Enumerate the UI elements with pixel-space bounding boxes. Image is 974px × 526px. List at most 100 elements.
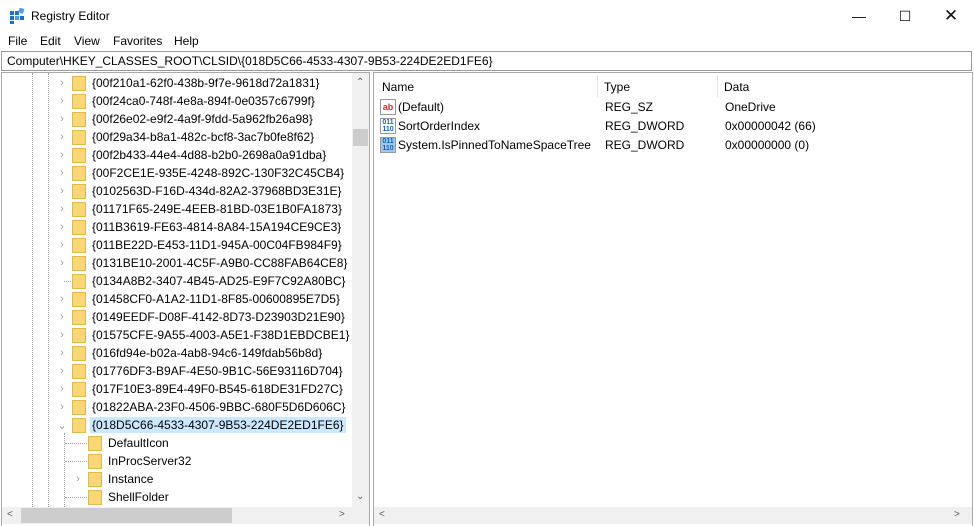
tree-key[interactable]: › {00f24ca0-748f-4e8a-894f-0e0357c6799f} [60,92,317,110]
chevron-right-icon[interactable]: › [57,383,67,395]
tree-horizontal-scrollbar[interactable]: < > [2,507,369,524]
column-header-data[interactable]: Data [724,75,964,97]
tree-line [64,280,71,282]
value-row[interactable]: 011 110 SortOrderIndex REG_DWORD 0x00000042 … [374,117,972,136]
tree-key-label: {00f210a1-62f0-438b-9f7e-9618d72a1831} [92,76,320,90]
tree-key[interactable]: › {00f2b433-44e4-4d88-b2b0-2698a0a91dba} [60,146,328,164]
chevron-right-icon[interactable]: › [57,95,67,107]
menu-edit[interactable]: Edit [40,34,61,48]
tree-key[interactable]: › {01575CFE-9A55-4003-A5E1-F38D1EBDCBE1} [60,326,351,344]
values-pane: Name Type Data ab (Default) REG_SZ OneDrive… [373,72,973,526]
minimize-button[interactable]: — [836,0,882,32]
chevron-right-icon[interactable]: › [57,365,67,377]
maximize-button[interactable]: ☐ [882,0,928,32]
tree-key-label: {00f26e02-e9f2-4a9f-9fdd-5a962fb26a98} [92,112,313,126]
chevron-right-icon[interactable]: › [57,203,67,215]
tree-subkey[interactable]: DefaultIcon [65,434,171,452]
folder-icon [72,327,86,343]
scroll-up-icon[interactable]: ⌃ [356,77,364,88]
scroll-down-icon[interactable]: ⌄ [356,491,364,502]
tree-subkey-label: Instance [108,472,154,486]
tree-key[interactable]: › {00f26e02-e9f2-4a9f-9fdd-5a962fb26a98} [60,110,315,128]
tree-key[interactable]: › {011B3619-FE63-4814-8A84-15A194CE9CE3} [60,218,343,236]
tree-subkey[interactable]: › Instance [76,470,155,488]
tree-key-label: {01575CFE-9A55-4003-A5E1-F38D1EBDCBE1} [92,328,350,342]
chevron-down-icon[interactable]: ⌄ [57,419,67,432]
folder-icon [72,237,86,253]
tree-key[interactable]: › {00F2CE1E-935E-4248-892C-130F32C45CB4} [60,164,346,182]
tree-key[interactable]: › {00f29a34-b8a1-482c-bcf8-3ac7b0fe8f62} [60,128,316,146]
menu-favorites[interactable]: Favorites [113,34,162,48]
scroll-right-icon[interactable]: > [339,509,345,520]
tree-key[interactable]: › {011BE22D-E453-11D1-945A-00C04FB984F9} [60,236,344,254]
tree-key[interactable]: › {00f210a1-62f0-438b-9f7e-9618d72a1831} [60,74,322,92]
column-header-type[interactable]: Type [604,75,718,97]
tree-key[interactable]: › {01776DF3-B9AF-4E50-9B1C-56E93116D704} [60,362,345,380]
chevron-right-icon[interactable]: › [57,77,67,89]
tree-line [65,460,87,462]
folder-icon [88,435,102,451]
folder-icon [88,489,102,505]
scroll-thumb[interactable] [353,129,368,146]
address-bar[interactable]: Computer\HKEY_CLASSES_ROOT\CLSID\{018D5C… [1,51,972,71]
tree-subkey[interactable]: ShellFolder [65,488,171,506]
chevron-right-icon[interactable]: › [57,167,67,179]
chevron-right-icon[interactable]: › [57,347,67,359]
tree-vertical-scrollbar[interactable]: ⌃ ⌄ [352,73,369,507]
tree-key[interactable]: {0134A8B2-3407-4B45-AD25-E9F7C92A80BC} [64,272,348,290]
tree-key[interactable]: › {0131BE10-2001-4C5F-A9B0-CC88FAB64CE8} [60,254,350,272]
scroll-thumb[interactable] [21,508,232,523]
chevron-right-icon[interactable]: › [57,293,67,305]
tree-key-label: {01458CF0-A1A2-11D1-8F85-00600895E7D5} [92,292,340,306]
menu-help[interactable]: Help [174,34,199,48]
chevron-right-icon[interactable]: › [57,257,67,269]
chevron-right-icon[interactable]: › [57,239,67,251]
value-row[interactable]: 011 110 System.IsPinnedToNameSpaceTree REG_… [374,136,972,155]
tree-key[interactable]: ⌄ {018D5C66-4533-4307-9B53-224DE2ED1FE6} [57,416,346,434]
folder-icon [72,129,86,145]
folder-icon [72,291,86,307]
chevron-right-icon[interactable]: › [57,329,67,341]
folder-icon [88,453,102,469]
value-data: OneDrive [725,100,776,114]
tree-key[interactable]: › {01171F65-249E-4EEB-81BD-03E1B0FA1873} [60,200,344,218]
tree-key[interactable]: › {01458CF0-A1A2-11D1-8F85-00600895E7D5} [60,290,342,308]
folder-icon [88,471,102,487]
chevron-right-icon[interactable]: › [57,221,67,233]
tree-key-label: {011B3619-FE63-4814-8A84-15A194CE9CE3} [92,220,342,234]
menu-file[interactable]: File [8,34,27,48]
tree-key[interactable]: › {01822ABA-23F0-4506-9BBC-680F5D6D606C} [60,398,348,416]
tree-subkey[interactable]: InProcServer32 [65,452,193,470]
close-button[interactable]: ✕ [928,0,974,32]
scroll-left-icon[interactable]: < [379,509,385,520]
tree-key[interactable]: › {0102563D-F16D-434d-82A2-37968BD3E31E} [60,182,344,200]
scroll-right-icon[interactable]: > [954,509,960,520]
folder-icon [72,93,86,109]
chevron-right-icon[interactable]: › [73,473,83,485]
chevron-right-icon[interactable]: › [57,185,67,197]
tree-key[interactable]: › {0149EEDF-D08F-4142-8D73-D23903D21E90} [60,308,347,326]
folder-icon [72,147,86,163]
tree-key[interactable]: › {017F10E3-89E4-49F0-B545-618DE31FD27C} [60,380,345,398]
chevron-right-icon[interactable]: › [57,401,67,413]
menu-view[interactable]: View [74,34,100,48]
chevron-right-icon[interactable]: › [57,131,67,143]
chevron-right-icon[interactable]: › [57,113,67,125]
tree-key[interactable]: › {016fd94e-b02a-4ab8-94c6-149fdab56b8d} [60,344,324,362]
chevron-right-icon[interactable]: › [57,149,67,161]
tree-key-label: {017F10E3-89E4-49F0-B545-618DE31FD27C} [92,382,343,396]
chevron-right-icon[interactable]: › [57,311,67,323]
folder-icon [72,111,86,127]
folder-icon [72,273,86,289]
scroll-left-icon[interactable]: < [7,509,13,520]
value-data: 0x00000000 (0) [725,138,810,152]
tree-subkey-label: DefaultIcon [108,436,169,450]
window-title: Registry Editor [31,9,110,23]
value-row[interactable]: ab (Default) REG_SZ OneDrive [374,98,972,117]
column-header-name[interactable]: Name [382,75,598,97]
value-type: REG_DWORD [605,138,685,152]
values-horizontal-scrollbar[interactable]: < > [374,507,972,524]
tree-key-label: {018D5C66-4533-4307-9B53-224DE2ED1FE6} [90,417,346,433]
value-name: (Default) [398,100,445,114]
tree-subkey-label: ShellFolder [108,490,169,504]
